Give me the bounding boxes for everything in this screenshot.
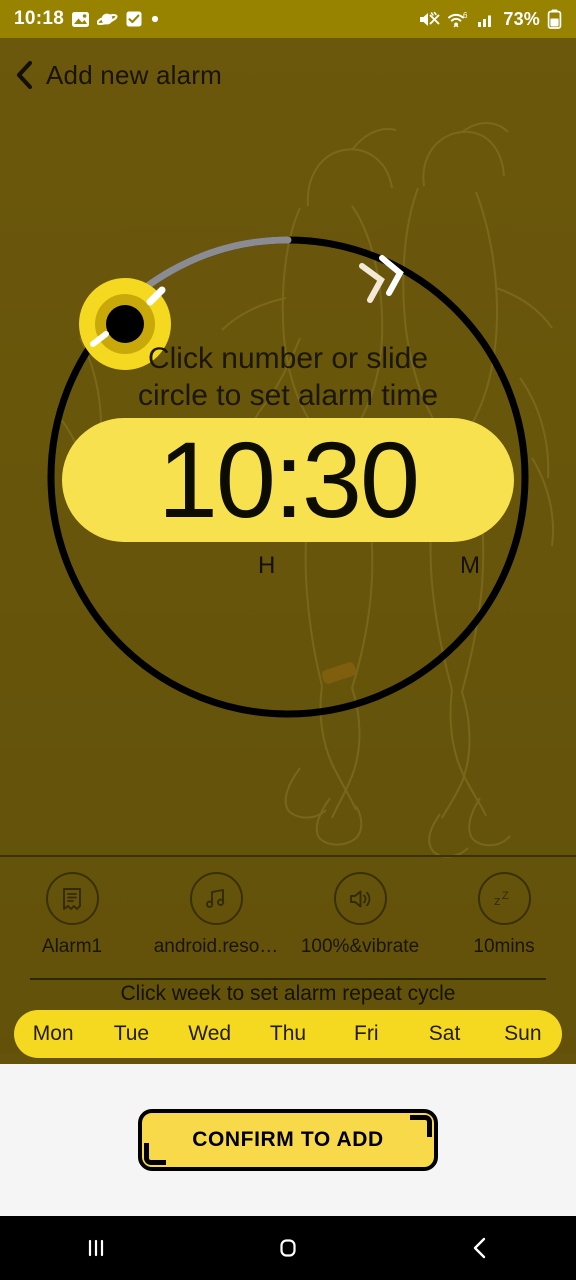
day-wed[interactable]: Wed [171,1022,249,1046]
confirm-to-add-button[interactable]: CONFIRM TO ADD [138,1109,438,1171]
checkbox-icon [125,10,143,28]
svg-text:z: z [494,893,501,908]
signal-icon [477,10,496,29]
back-icon[interactable] [384,1233,576,1263]
week-day-selector[interactable]: Mon Tue Wed Thu Fri Sat Sun [14,1010,562,1058]
battery-icon [547,9,562,29]
week-divider [30,978,546,980]
week-hint-text: Click week to set alarm repeat cycle [120,982,456,1005]
alarm-time-dial[interactable]: Click number or slide circle to set alar… [0,112,576,852]
svg-text:6: 6 [463,11,468,20]
day-mon[interactable]: Mon [14,1022,92,1046]
dot-icon [150,14,160,24]
day-thu[interactable]: Thu [249,1022,327,1046]
saturn-icon [97,10,118,29]
option-ringtone-label: android.reso… [153,936,279,957]
volume-icon[interactable] [333,872,387,925]
battery-percent-label: 73% [503,8,540,29]
minute-label: M [460,552,480,579]
alarm-time-value[interactable]: 10:30 [158,426,420,534]
wifi-icon: 6 [447,10,470,29]
app-screen: 10:18 6 73% Add new alarm Click number o… [0,0,576,1280]
svg-text:Z: Z [502,890,509,902]
corner-bracket-bottom-left-icon [144,1143,166,1165]
options-divider [0,855,576,857]
app-bar: Add new alarm [0,38,576,112]
corner-bracket-top-right-icon [410,1115,432,1137]
day-sat[interactable]: Sat [405,1022,483,1046]
status-clock: 10:18 [14,8,65,29]
system-nav-bar [0,1216,576,1280]
photos-icon [71,10,90,29]
status-bar-right: 6 73% [418,9,562,30]
option-volume[interactable]: 100%&vibrate [288,872,432,984]
note-icon[interactable] [45,872,99,925]
home-icon[interactable] [192,1233,384,1263]
option-alarm-name[interactable]: Alarm1 [0,872,144,984]
option-alarm-name-label: Alarm1 [41,936,103,957]
footer-area: CONFIRM TO ADD [0,1064,576,1216]
music-icon[interactable] [189,872,243,925]
status-bar-left: 10:18 [14,8,160,30]
recents-icon[interactable] [0,1233,192,1263]
status-bar: 10:18 6 73% [0,0,576,38]
option-snooze-label: 10mins [473,936,535,957]
confirm-button-label: CONFIRM TO ADD [192,1128,384,1151]
option-snooze[interactable]: z Z 10mins [432,872,576,984]
day-fri[interactable]: Fri [327,1022,405,1046]
chevron-left-icon[interactable] [14,60,34,90]
mute-icon [418,10,440,29]
time-display-pill[interactable]: 10:30 [62,418,514,542]
day-sun[interactable]: Sun [484,1022,562,1046]
snooze-icon[interactable]: z Z [477,872,531,925]
day-tue[interactable]: Tue [92,1022,170,1046]
confirm-button-wrapper: CONFIRM TO ADD [138,1109,438,1171]
alarm-options-row: Alarm1 android.reso… 100%&vibrate z Z 10… [0,872,576,984]
option-volume-label: 100%&vibrate [300,936,420,957]
page-title: Add new alarm [46,59,223,90]
hour-label: H [258,552,276,579]
option-ringtone[interactable]: android.reso… [144,872,288,984]
dial-knob-center[interactable] [106,305,144,343]
